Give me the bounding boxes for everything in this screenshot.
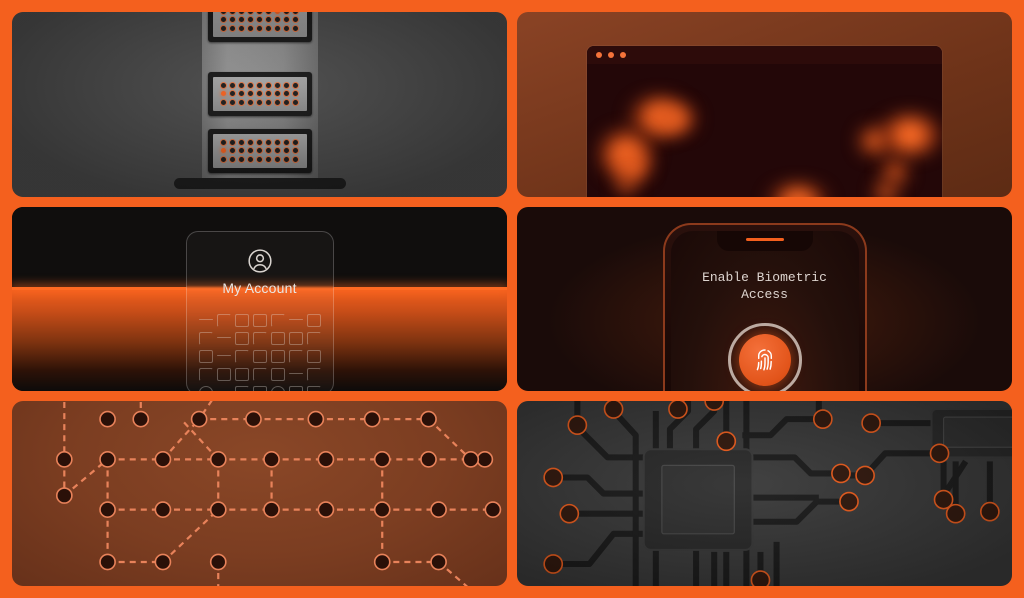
panel-biometric-prompt: Enable Biometric Access [517,206,1012,392]
biometric-heading-line2: Access [741,286,788,302]
panel-server-rack [12,12,507,197]
panel-grid: My Account Enable Biometric Access [0,0,1024,598]
user-circle-icon [247,248,273,279]
phone-mockup: Enable Biometric Access [662,222,867,392]
heatmap-canvas [587,64,942,197]
heatmap-titlebar [587,46,942,65]
panel-circuit-board [517,401,1012,586]
heatmap-window [587,46,942,197]
biometric-heading-line1: Enable Biometric [702,269,827,285]
panel-account-scan: My Account [12,206,507,392]
rack-vignette [12,12,507,197]
network-edges [63,401,493,586]
account-card[interactable]: My Account [185,230,334,392]
window-dot-minimize-icon[interactable] [608,52,614,58]
network-nodes [55,411,502,571]
network-graph-svg [55,401,502,586]
phone-notch [716,230,813,251]
panel-activity-heatmap [517,12,1012,197]
window-dot-maximize-icon[interactable] [620,52,626,58]
biometric-heading: Enable Biometric Access [665,269,865,303]
biometric-enable-button[interactable] [727,322,802,392]
panel-network-graph [12,401,507,586]
phone-speaker-icon [745,237,784,241]
qr-scan-pattern [198,313,321,392]
window-dot-close-icon[interactable] [596,52,602,58]
account-card-label: My Account [222,279,297,296]
fingerprint-icon [738,333,791,386]
circuit-vignette [517,401,1012,586]
